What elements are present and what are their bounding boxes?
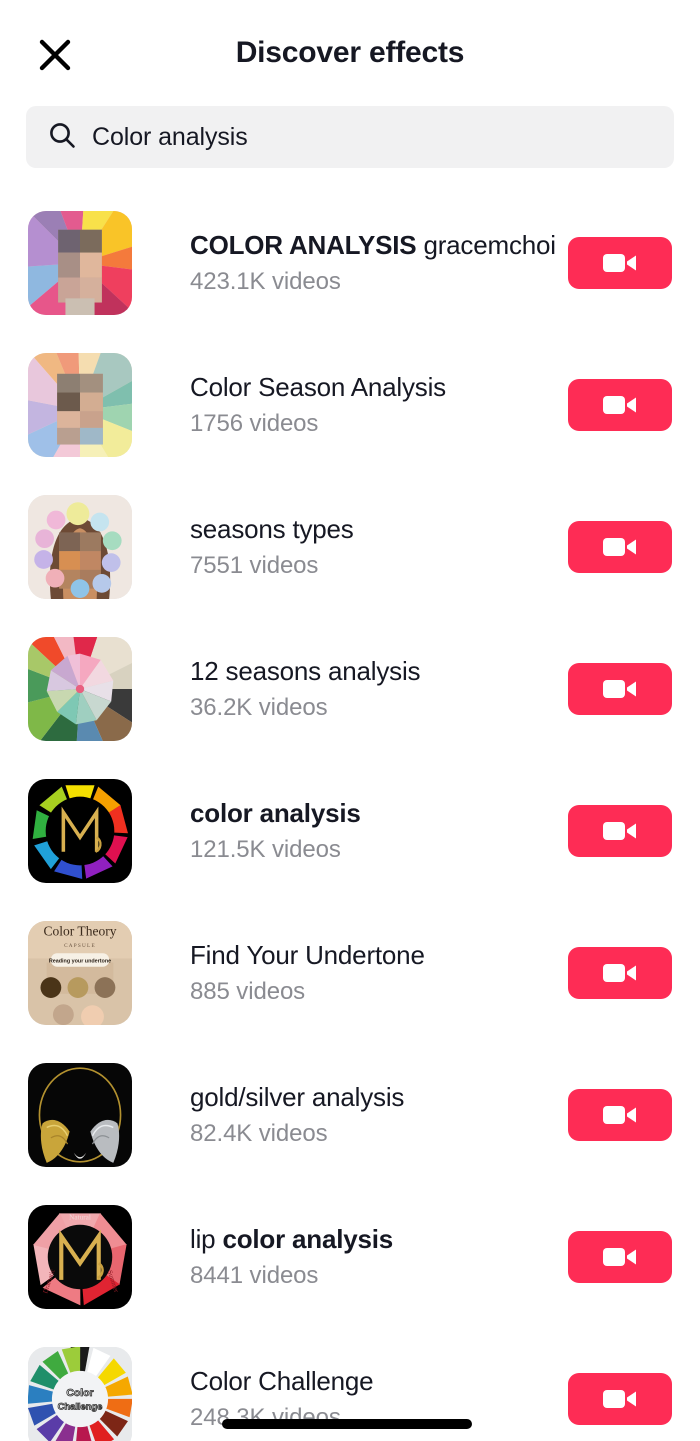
search-input[interactable]: Color analysis bbox=[26, 106, 674, 168]
effect-info: COLOR ANALYSIS gracemchoi 423.1K videos bbox=[190, 230, 568, 295]
use-effect-button[interactable] bbox=[568, 805, 672, 857]
home-indicator bbox=[222, 1419, 472, 1429]
effects-list: COLOR ANALYSIS gracemchoi 423.1K videos bbox=[0, 192, 700, 1441]
search-query-text: Color analysis bbox=[92, 122, 248, 151]
video-camera-icon bbox=[602, 1244, 638, 1270]
thumb-label-challenge: Challenge bbox=[58, 1401, 103, 1411]
effect-title-bold: color analysis bbox=[222, 1224, 394, 1255]
effect-info: seasons types 7551 videos bbox=[190, 514, 568, 579]
effect-video-count: 885 videos bbox=[190, 978, 306, 1006]
effect-title-rest: Color Season Analysis bbox=[190, 372, 446, 403]
effect-thumbnail-color-rays-face bbox=[28, 211, 132, 315]
video-camera-icon bbox=[602, 1102, 638, 1128]
effect-title: seasons types bbox=[190, 514, 568, 545]
effect-info: color analysis 121.5K videos bbox=[190, 798, 568, 863]
effect-title-rest: gracemchoi bbox=[416, 230, 556, 261]
list-item[interactable]: color analysis 121.5K videos bbox=[0, 760, 700, 902]
effect-title-bold: color analysis bbox=[190, 798, 361, 829]
effect-title-rest: gold/silver analysis bbox=[190, 1082, 405, 1113]
effect-title: Find Your Undertone bbox=[190, 940, 568, 971]
use-effect-button[interactable] bbox=[568, 1231, 672, 1283]
effect-title: color analysis bbox=[190, 798, 568, 829]
effect-thumbnail-gold-silver-drape bbox=[28, 1063, 132, 1167]
effect-info: Color Season Analysis 1756 videos bbox=[190, 372, 568, 437]
search-section: Color analysis bbox=[0, 106, 700, 168]
video-camera-icon bbox=[602, 534, 638, 560]
effect-info: gold/silver analysis 82.4K videos bbox=[190, 1082, 568, 1147]
effect-title-rest: Color Challenge bbox=[190, 1366, 374, 1397]
effect-title: gold/silver analysis bbox=[190, 1082, 568, 1113]
list-item[interactable]: COLOR ANALYSIS gracemchoi 423.1K videos bbox=[0, 192, 700, 334]
effect-title-rest: lip bbox=[190, 1224, 223, 1255]
effect-thumbnail-color-challenge-wheel: Color Challenge bbox=[28, 1347, 132, 1441]
effect-info: 12 seasons analysis 36.2K videos bbox=[190, 656, 568, 721]
effect-title: COLOR ANALYSIS gracemchoi bbox=[190, 230, 568, 261]
use-effect-button[interactable] bbox=[568, 663, 672, 715]
search-icon bbox=[48, 121, 76, 154]
video-camera-icon bbox=[602, 960, 638, 986]
svg-text:CAPSULE: CAPSULE bbox=[64, 943, 96, 949]
list-item[interactable]: 12 seasons analysis 36.2K videos bbox=[0, 618, 700, 760]
video-camera-icon bbox=[602, 818, 638, 844]
effect-thumbnail-pastel-dots-portrait bbox=[28, 495, 132, 599]
svg-text:Reading your undertone: Reading your undertone bbox=[49, 959, 111, 965]
discover-effects-screen: Discover effects Color analysis COLOR AN… bbox=[0, 0, 700, 1441]
effect-thumbnail-color-theory-beige: Color Theory CAPSULE Reading your undert… bbox=[28, 921, 132, 1025]
effect-video-count: 36.2K videos bbox=[190, 694, 328, 722]
video-camera-icon bbox=[602, 1386, 638, 1412]
header: Discover effects bbox=[0, 0, 700, 106]
effect-thumbnail-black-gold-m-wheel bbox=[28, 779, 132, 883]
thumb-label-color-theory: Color Theory bbox=[44, 924, 117, 939]
list-item[interactable]: Natural Dramatic Summer lip color analys… bbox=[0, 1186, 700, 1328]
effect-title: lip color analysis bbox=[190, 1224, 568, 1255]
effect-thumbnail-twelve-season-wheel bbox=[28, 637, 132, 741]
effect-info: Find Your Undertone 885 videos bbox=[190, 940, 568, 1005]
video-camera-icon bbox=[602, 392, 638, 418]
video-camera-icon bbox=[602, 250, 638, 276]
use-effect-button[interactable] bbox=[568, 521, 672, 573]
use-effect-button[interactable] bbox=[568, 237, 672, 289]
effect-video-count: 82.4K videos bbox=[190, 1120, 328, 1148]
effect-video-count: 8441 videos bbox=[190, 1262, 319, 1290]
effect-video-count: 423.1K videos bbox=[190, 268, 341, 296]
thumb-label-color: Color bbox=[66, 1388, 93, 1399]
use-effect-button[interactable] bbox=[568, 1373, 672, 1425]
effect-video-count: 7551 videos bbox=[190, 552, 319, 580]
use-effect-button[interactable] bbox=[568, 1089, 672, 1141]
effect-info: lip color analysis 8441 videos bbox=[190, 1224, 568, 1289]
page-title: Discover effects bbox=[235, 36, 465, 69]
use-effect-button[interactable] bbox=[568, 947, 672, 999]
use-effect-button[interactable] bbox=[568, 379, 672, 431]
list-item[interactable]: Color Season Analysis 1756 videos bbox=[0, 334, 700, 476]
svg-text:Natural: Natural bbox=[69, 1214, 91, 1222]
list-item[interactable]: seasons types 7551 videos bbox=[0, 476, 700, 618]
effect-title-bold: COLOR ANALYSIS bbox=[190, 230, 417, 261]
effect-title-rest: Find Your Undertone bbox=[190, 940, 425, 971]
effect-title-rest: seasons types bbox=[190, 514, 354, 545]
effect-video-count: 121.5K videos bbox=[190, 836, 341, 864]
list-item[interactable]: Color Theory CAPSULE Reading your undert… bbox=[0, 902, 700, 1044]
effect-title-rest: 12 seasons analysis bbox=[190, 656, 421, 687]
video-camera-icon bbox=[602, 676, 638, 702]
effect-title: 12 seasons analysis bbox=[190, 656, 568, 687]
list-item[interactable]: gold/silver analysis 82.4K videos bbox=[0, 1044, 700, 1186]
effect-title: Color Season Analysis bbox=[190, 372, 568, 403]
effect-video-count: 1756 videos bbox=[190, 410, 319, 438]
close-icon[interactable] bbox=[30, 32, 80, 78]
effect-title: Color Challenge bbox=[190, 1366, 568, 1397]
effect-thumbnail-pink-m-ring: Natural Dramatic Summer bbox=[28, 1205, 132, 1309]
effect-thumbnail-pastel-rays-face bbox=[28, 353, 132, 457]
